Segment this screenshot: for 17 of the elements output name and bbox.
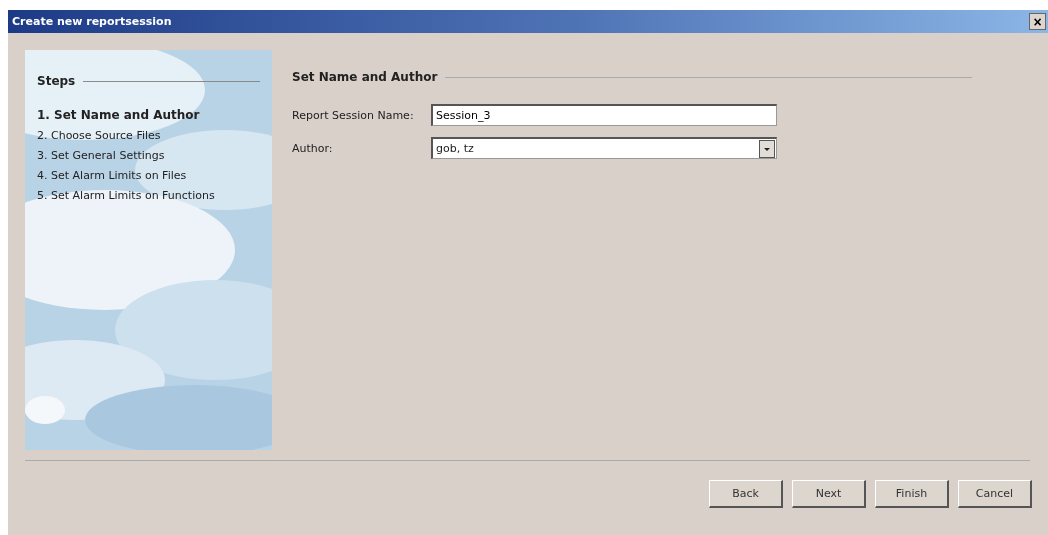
step-item: 3. Set General Settings (37, 149, 166, 162)
section-heading: Set Name and Author (292, 70, 438, 84)
dialog-button[interactable]: Finish (875, 480, 949, 508)
field-label: Report Session Name: (292, 108, 415, 122)
field-label: Author: (292, 141, 334, 155)
close-button[interactable]: × (1029, 13, 1046, 30)
dialog-button[interactable]: Back (709, 480, 783, 508)
dialog-button[interactable]: Next (792, 480, 866, 508)
step-item: 4. Set Alarm Limits on Files (37, 169, 188, 182)
step-item: 1. Set Name and Author (37, 108, 201, 122)
steps-heading: Steps (37, 74, 76, 88)
session-name-field[interactable]: Session_3 (431, 104, 777, 126)
author-dropdown[interactable]: gob, tz (431, 137, 777, 159)
step-item: 5. Set Alarm Limits on Functions (37, 189, 216, 202)
window-title: Create new reportsession (12, 15, 172, 28)
dialog-button[interactable]: Cancel (958, 480, 1032, 508)
step-item: 2. Choose Source Files (37, 129, 162, 142)
